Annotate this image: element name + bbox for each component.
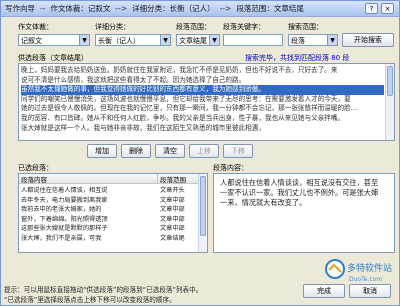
writing-wizard-window: 写作向导 -- 作文体裁： 记叙文 --> 详细分类： 长衡（记人） --> 段… [0, 0, 400, 306]
table-row-content[interactable]: 我前去中的老张大姆家，她的 [21, 204, 156, 213]
genre-label: 作文体裁： [18, 23, 53, 31]
range-select[interactable]: 文章结尾 ▼ [176, 34, 220, 46]
add-button[interactable]: 增加 [87, 144, 117, 158]
close-icon: × [384, 4, 391, 13]
detail-label: 详细分类： [95, 23, 130, 31]
crumb-detail-label: 详细分类： [132, 4, 170, 13]
chevron-down-icon: ▼ [209, 35, 219, 45]
column-header-content[interactable]: 段落内容 [19, 174, 158, 184]
table-row-range[interactable]: 文章中部 [160, 204, 198, 213]
table-row-content[interactable]: 这那些张大嫂就是默默的那样子 [21, 223, 156, 232]
start-search-button[interactable]: 开始搜索 [342, 33, 394, 47]
hint-line-1: 提示：可以用鼠标直接拖动“供选段落”的段落到“已选段落”列表中。 [4, 286, 203, 294]
range-label: 段落范围： [176, 23, 211, 31]
search-range-select-value: 段落 [291, 37, 305, 45]
paragraph-line[interactable]: 我的宽容、有口皆碑。她从不和任何人红脸，争吵。我的父亲是当兵出身，性子暴，我也从… [21, 114, 384, 124]
crumb-detail-value: 长衡（记人） [169, 4, 215, 13]
paragraph-line[interactable]: 虽然我不太懂她做的事，但我觉得她做的好比别的东西都有意义，我为她感到骄傲。 [21, 85, 384, 95]
delete-button[interactable]: 删除 [121, 144, 151, 158]
selected-label: 已选段落： [18, 164, 53, 172]
table-row-content[interactable]: 人都说住在信着人情谈，相互说 [21, 185, 156, 194]
keyword-input[interactable] [223, 34, 283, 46]
selectable-label: 供选段落（文章结尾） [18, 54, 88, 62]
table-row-range[interactable]: 文章中部 [160, 195, 198, 204]
genre-select[interactable]: 记叙文 ▼ [18, 34, 90, 46]
crumb-range-label: 段落范围： [236, 4, 274, 13]
crumb-separator: -- [40, 4, 46, 13]
logo-url: DuoTe.com [349, 276, 382, 283]
paragraph-content-box[interactable]: 人都说住在信着人情谈谈，相互说没有交往，甚至一家不认识一家。我们丈儿也不例外。可… [213, 173, 395, 253]
clear-button[interactable]: 清空 [155, 144, 185, 158]
logo-text: 多特软件站 [347, 262, 392, 274]
vertical-scrollbar[interactable] [198, 174, 207, 252]
scroll-thumb[interactable] [200, 176, 206, 236]
search-status: 搜索完毕，共找到匹配段落 80 段 [245, 54, 350, 62]
genre-select-value: 记叙文 [21, 37, 42, 45]
chevron-down-icon: ▼ [79, 35, 89, 45]
paragraph-line[interactable]: 晚上，妈妈要我去给奶奶送鱼。奶奶就住在我家附近，我急忙不停是见奶奶，但也不好说不… [21, 66, 384, 76]
chevron-down-icon: ▼ [327, 35, 337, 45]
help-button[interactable]: ? [365, 3, 378, 14]
title-bar: 写作向导 -- 作文体裁： 记叙文 --> 详细分类： 长衡（记人） --> 段… [1, 1, 399, 17]
hint-line-2: “已选段落”里选择段落点击上移下移可以改变段落的顺序。 [4, 296, 176, 304]
table-row-range[interactable]: 文章开头 [160, 185, 198, 194]
paragraph-line[interactable]: 她的过去是很令人敬佩的。但现在在我的记忆里，只有那一瞬间，我一分钟都不会忘记，那… [21, 104, 384, 114]
table-row-range[interactable]: 文章中部 [160, 223, 198, 232]
help-icon: ? [369, 4, 374, 13]
paragraph-line[interactable]: 说可不清是什么感情，我这就把这些看得太了不起。因为她选择了自己的路。 [21, 76, 384, 86]
crumb-range-value: 文章结尾 [273, 4, 304, 13]
vertical-scrollbar[interactable] [385, 64, 394, 140]
selected-paragraph-table[interactable]: 段落内容 段落范围 人都说住在信着人情谈，相互说 文章开头 去年冬天，电力局要搬到离… [18, 173, 208, 253]
window-title: 写作向导 [5, 4, 35, 13]
search-range-select[interactable]: 段落 ▼ [288, 34, 338, 46]
search-range-label: 搜索范围： [288, 23, 323, 31]
chevron-down-icon: ▼ [160, 35, 170, 45]
crumb-genre-value: 记叙文 [87, 4, 111, 13]
move-up-button[interactable]: 上移 [189, 144, 219, 158]
crumb-separator: --> [219, 4, 232, 13]
duote-logo: 多特软件站 DuoTe.com [325, 259, 392, 283]
table-row-range[interactable]: 文章中部 [160, 214, 198, 223]
detail-select-value: 长衡（记人） [98, 37, 140, 45]
selectable-paragraph-list[interactable]: 晚上，妈妈要我去给奶奶送鱼。奶奶就住在我家附近，我急忙不停是见奶奶，但也不好说不… [18, 63, 395, 141]
crumb-genre-label: 作文体裁： [50, 4, 88, 13]
move-down-button[interactable]: 下移 [223, 144, 253, 158]
scroll-thumb[interactable] [387, 66, 393, 96]
detail-select[interactable]: 长衡（记人） ▼ [95, 34, 171, 46]
column-header-range[interactable]: 段落范围 [158, 174, 199, 184]
table-row-content[interactable]: 张大婶，我们不是亲属，可我 [21, 233, 156, 242]
table-row-content[interactable]: 去年冬天，电力局要搬到离我家 [21, 195, 156, 204]
content-label: 段落内容： [213, 164, 248, 172]
keyword-label: 段落关键字： [223, 23, 265, 31]
table-row-range[interactable]: 文章结尾 [160, 233, 198, 242]
paragraph-line[interactable]: 张大婶就是这样一个人。我与她非亲非故，我们在这陌生又熟悉的城市里彼此相遇， [21, 124, 384, 134]
paragraph-content-text: 人都说住在信着人情谈谈，相互说没有交往，甚至一家不认识一家。我们丈儿也不例外。可… [220, 178, 379, 207]
paragraph-line[interactable]: 同学们的嘲笑已慢慢消失，这场风波也就慢慢平息，但它却给我带来了无尽的思考：在需要… [21, 95, 384, 105]
paragraph-lines: 晚上，妈妈要我去给奶奶送鱼。奶奶就住在我家附近，我急忙不停是见奶奶，但也不好说不… [21, 66, 384, 133]
crumb-separator: --> [115, 4, 128, 13]
table-row-content[interactable]: 窗外，下着绵绵。阳光照得透顶 [21, 214, 156, 223]
range-select-value: 文章结尾 [179, 37, 207, 45]
close-button[interactable]: × [381, 3, 394, 14]
